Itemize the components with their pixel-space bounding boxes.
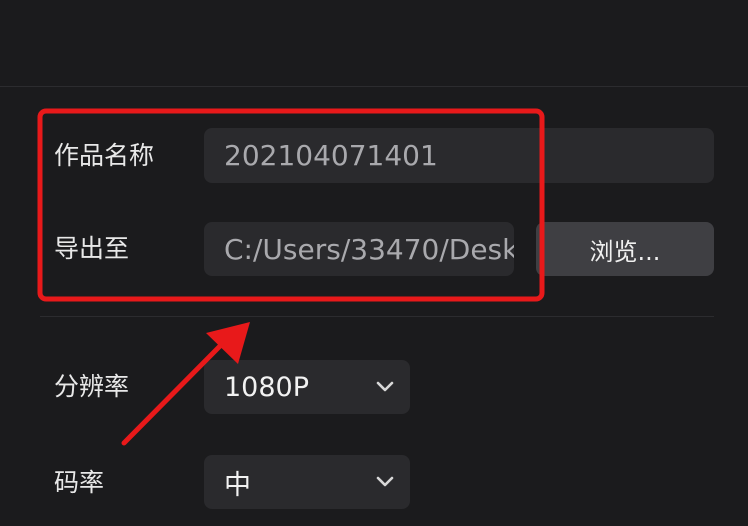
bitrate-select[interactable]: 中 — [204, 455, 410, 509]
name-label: 作品名称 — [54, 141, 155, 170]
chevron-down-icon — [376, 381, 394, 392]
name-value: 202104071401 — [224, 139, 438, 172]
chevron-down-icon — [376, 476, 394, 487]
browse-label: 浏览... — [589, 237, 661, 266]
export-to-label: 导出至 — [54, 234, 130, 263]
name-input[interactable]: 202104071401 — [204, 128, 714, 183]
export-path-input[interactable]: C:/Users/33470/Desk — [204, 222, 514, 276]
bitrate-label: 码率 — [54, 468, 105, 497]
resolution-value: 1080P — [224, 371, 309, 403]
resolution-select[interactable]: 1080P — [204, 360, 410, 414]
bitrate-value: 中 — [224, 469, 251, 501]
resolution-label: 分辨率 — [54, 372, 130, 401]
section-divider — [40, 316, 714, 317]
export-settings-panel: 作品名称 202104071401 导出至 C:/Users/33470/Des… — [0, 0, 748, 526]
top-divider — [0, 86, 748, 87]
export-path-value: C:/Users/33470/Desk — [224, 232, 514, 266]
browse-button[interactable]: 浏览... — [536, 222, 714, 276]
